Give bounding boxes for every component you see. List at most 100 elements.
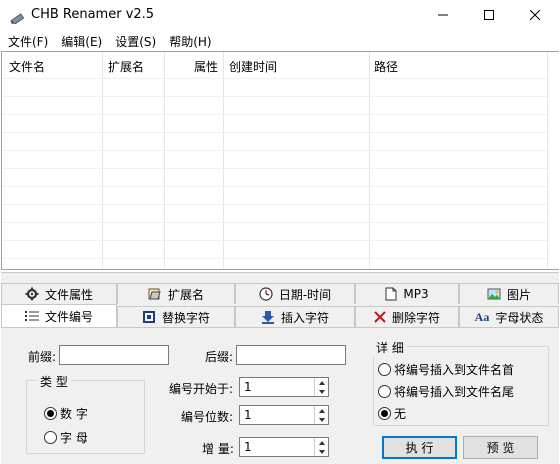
tab-date-time[interactable]: 日期-时间: [235, 283, 355, 304]
insert-at-end-radio[interactable]: 将编号插入到文件名尾: [378, 383, 514, 400]
close-icon: [529, 9, 541, 23]
tab-picture[interactable]: 图片: [459, 283, 559, 304]
tab-label: 扩展名: [167, 287, 204, 302]
chevron-down-icon[interactable]: [315, 387, 328, 396]
digits-label: 编号位数:: [181, 410, 234, 424]
column-divider: [547, 52, 548, 268]
menu-file[interactable]: 文件(F): [4, 31, 52, 51]
tab-label: 插入字符: [280, 310, 329, 325]
insert-arrow-icon: [261, 310, 275, 324]
step-label: 增 量:: [202, 442, 234, 456]
digits-value: 1: [244, 408, 252, 422]
digits-spinner[interactable]: 1: [239, 405, 329, 425]
chevron-down-icon[interactable]: [315, 415, 328, 424]
radio-dot: [378, 407, 391, 420]
type-number-radio[interactable]: 数 字: [44, 405, 88, 422]
row-divider: [2, 258, 547, 259]
radio-dot: [378, 385, 391, 398]
tab-replace-chars[interactable]: 替换字符: [117, 306, 235, 327]
column-divider: [102, 52, 103, 268]
chevron-up-icon[interactable]: [315, 406, 328, 415]
row-divider: [2, 168, 547, 169]
file-list-header: 文件名 扩展名 属性 创建时间 路径: [2, 52, 559, 78]
chevron-up-icon[interactable]: [315, 438, 328, 447]
start-label: 编号开始于:: [169, 382, 234, 396]
suffix-label: 后缀:: [205, 350, 234, 364]
preview-button[interactable]: 预 览: [463, 436, 538, 459]
start-number-spinner[interactable]: 1: [239, 377, 329, 397]
column-divider: [223, 52, 224, 268]
pencil-icon: [10, 8, 26, 26]
row-divider: [2, 186, 547, 187]
column-header-path[interactable]: 路径: [374, 52, 398, 78]
tab-label: 图片: [506, 287, 531, 302]
tab-file-numbering[interactable]: 文件编号: [1, 304, 117, 327]
radio-label: 字 母: [60, 431, 88, 445]
column-header-attributes[interactable]: 属性: [194, 52, 218, 78]
menu-settings[interactable]: 设置(S): [111, 31, 160, 51]
picture-icon: [487, 287, 501, 301]
title-bar: CHB Renamer v2.5: [0, 0, 560, 31]
music-file-icon: [385, 287, 397, 301]
tab-file-attributes[interactable]: 文件属性: [1, 283, 117, 304]
app-window: CHB Renamer v2.5 文件(F) 编辑(E) 设置(S) 帮助(H)…: [0, 0, 560, 464]
radio-label: 将编号插入到文件名首: [394, 363, 515, 377]
folder-icon: [148, 287, 162, 301]
tab-label: 日期-时间: [278, 287, 332, 302]
chevron-down-icon[interactable]: [315, 447, 328, 456]
row-divider: [2, 114, 547, 115]
menu-bar: 文件(F) 编辑(E) 设置(S) 帮助(H): [0, 31, 560, 51]
minimize-icon: [438, 9, 448, 23]
spinner-arrows[interactable]: [314, 406, 328, 424]
spinner-arrows[interactable]: [314, 438, 328, 456]
tab-letter-case[interactable]: Aa 字母状态: [459, 306, 559, 327]
tab-label: 删除字符: [391, 310, 440, 325]
maximize-button[interactable]: [466, 0, 512, 31]
options-panel: 文件属性 扩展名 日期-时间 MP3 图片 文件编号 替换字符 插入字符 删除字…: [1, 272, 559, 464]
delete-x-icon: [374, 311, 386, 323]
insert-at-start-radio[interactable]: 将编号插入到文件名首: [378, 361, 514, 378]
column-header-created-time[interactable]: 创建时间: [229, 52, 277, 78]
type-letter-radio[interactable]: 字 母: [44, 429, 88, 446]
no-insert-radio[interactable]: 无: [378, 405, 406, 422]
start-number-value: 1: [244, 380, 252, 394]
row-divider: [2, 240, 547, 241]
maximize-icon: [484, 9, 494, 23]
gear-icon: [25, 287, 39, 301]
row-divider: [2, 78, 547, 79]
numbering-tab-content: 前缀: 后缀: 类 型 数 字 字 母 编号开始于: 1 编号位数: 1 增 量…: [1, 327, 559, 464]
tab-extension[interactable]: 扩展名: [117, 283, 235, 304]
column-divider: [369, 52, 370, 268]
numbered-list-icon: [24, 310, 39, 322]
spinner-arrows[interactable]: [314, 378, 328, 396]
letter-case-icon: Aa: [474, 309, 490, 324]
tab-label: 文件属性: [44, 287, 93, 302]
menu-edit[interactable]: 编辑(E): [57, 31, 106, 51]
menu-help[interactable]: 帮助(H): [165, 31, 215, 51]
close-button[interactable]: [512, 0, 558, 31]
execute-button[interactable]: 执 行: [382, 436, 457, 459]
radio-label: 无: [394, 407, 407, 421]
file-list[interactable]: 文件名 扩展名 属性 创建时间 路径: [1, 51, 559, 270]
radio-dot: [378, 363, 391, 376]
minimize-button[interactable]: [420, 0, 466, 31]
radio-label: 将编号插入到文件名尾: [394, 385, 515, 399]
tab-insert-chars[interactable]: 插入字符: [235, 306, 355, 327]
tab-delete-chars[interactable]: 删除字符: [355, 306, 459, 327]
step-spinner[interactable]: 1: [239, 437, 329, 457]
window-title: CHB Renamer v2.5: [31, 7, 155, 22]
prefix-label: 前缀:: [28, 350, 57, 364]
prefix-input[interactable]: [59, 345, 169, 365]
column-header-extension[interactable]: 扩展名: [108, 52, 144, 78]
tab-mp3[interactable]: MP3: [355, 283, 459, 304]
chevron-up-icon[interactable]: [315, 378, 328, 387]
row-divider: [2, 204, 547, 205]
tab-label: MP3: [403, 287, 429, 301]
column-header-filename[interactable]: 文件名: [9, 52, 45, 78]
suffix-input[interactable]: [236, 345, 346, 365]
tab-label: 替换字符: [161, 310, 210, 325]
column-divider: [164, 52, 165, 268]
row-divider: [2, 222, 547, 223]
row-divider: [2, 150, 547, 151]
step-value: 1: [244, 440, 252, 454]
